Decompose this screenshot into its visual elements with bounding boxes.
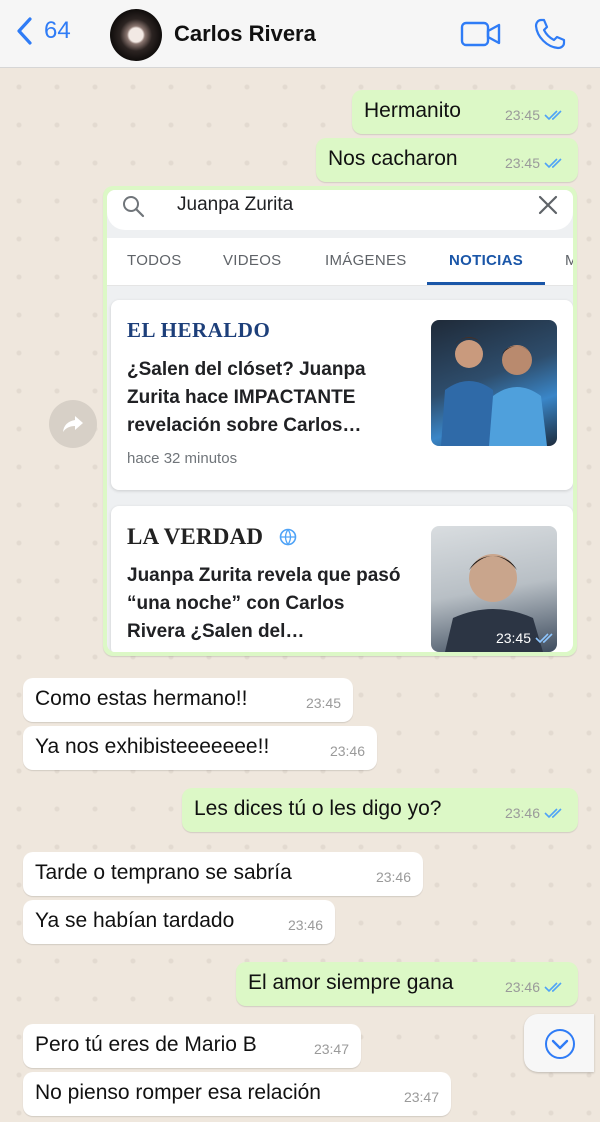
message-text: No pienso romper esa relación [35,1081,321,1104]
message-time: 23:45 [505,150,566,176]
avatar[interactable] [110,9,162,61]
double-check-icon [544,110,562,121]
message-time: 23:47 [313,1041,349,1057]
message-bubble[interactable]: Hermanito 23:45 [352,90,578,134]
double-check-icon [544,982,562,993]
globe-icon [279,528,297,546]
double-check-icon [535,633,553,644]
message-bubble[interactable]: Tarde o temprano se sabría 23:46 [23,852,423,896]
video-camera-icon[interactable] [460,19,502,49]
close-icon [538,195,558,215]
forward-icon [63,416,83,432]
search-bar: Juanpa Zurita [107,190,573,230]
chevron-left-icon [17,17,32,45]
message-time: 23:46 [329,743,365,759]
message-text: Como estas hermano!! [35,687,248,710]
search-tabs: TODOS VIDEOS IMÁGENES NOTICIAS M [107,238,573,286]
double-check-icon [544,158,562,169]
forward-button[interactable] [49,400,97,448]
unread-count: 64 [44,17,71,44]
message-bubble[interactable]: Pero tú eres de Mario B 23:47 [23,1024,361,1068]
message-bubble[interactable]: Ya nos exhibisteeeeeee!! 23:46 [23,726,377,770]
chat-header: 64 Carlos Rivera [0,0,600,68]
message-time: 23:46 [505,974,566,1000]
message-time: 23:47 [403,1089,439,1105]
message-time: 23:45 [496,630,557,646]
search-query: Juanpa Zurita [177,194,294,215]
message-text: Hermanito [364,99,461,122]
source-logo: EL HERALDO [127,318,271,342]
message-bubble[interactable]: No pienso romper esa relación 23:47 [23,1072,451,1116]
message-text: Nos cacharon [328,147,458,170]
tab-videos: VIDEOS [223,252,282,269]
tab-noticias: NOTICIAS [449,252,524,269]
tab-imagenes: IMÁGENES [325,252,407,269]
message-bubble[interactable]: Nos cacharon 23:45 [316,138,578,182]
chat-area[interactable]: Hermanito 23:45 Nos cacharon 23:45 Juanp… [0,68,600,1122]
news-headline: Juanpa Zurita revela que pasó “una noche… [127,565,401,642]
message-text: Les dices tú o les digo yo? [194,797,442,820]
contact-name[interactable]: Carlos Rivera [174,21,316,47]
message-time: 23:46 [287,917,323,933]
news-screenshot[interactable]: Juanpa Zurita TODOS VIDEOS IMÁGENES NOTI… [107,190,573,652]
source-logo: LA VERDAD [127,524,264,549]
message-bubble[interactable]: Como estas hermano!! 23:45 [23,678,353,722]
news-time: hace 32 minutos [127,450,238,467]
image-message[interactable]: Juanpa Zurita TODOS VIDEOS IMÁGENES NOTI… [103,186,577,656]
active-tab-indicator [427,282,545,285]
message-time: 23:46 [375,869,411,885]
tab-todos: TODOS [127,252,182,269]
message-bubble[interactable]: El amor siempre gana 23:46 [236,962,578,1006]
tab-more: M [565,252,573,269]
message-text: Ya nos exhibisteeeeeee!! [35,735,270,758]
scroll-to-bottom-button[interactable] [524,1014,594,1072]
message-time: 23:45 [305,695,341,711]
message-bubble[interactable]: Ya se habían tardado 23:46 [23,900,335,944]
phone-icon[interactable] [533,17,567,51]
back-button[interactable]: 64 [14,16,71,46]
message-text: Ya se habían tardado [35,909,235,932]
news-headline: ¿Salen del clóset? Juanpa Zurita hace IM… [127,359,366,436]
chevron-down-icon [545,1029,575,1059]
double-check-icon [544,808,562,819]
message-text: El amor siempre gana [248,971,454,994]
message-time: 23:45 [505,102,566,128]
news-card: EL HERALDO ¿Salen del clóset? Juanpa Zur… [111,300,573,490]
message-bubble[interactable]: Les dices tú o les digo yo? 23:46 [182,788,578,832]
message-text: Pero tú eres de Mario B [35,1033,257,1056]
message-text: Tarde o temprano se sabría [35,861,292,884]
message-time: 23:46 [505,800,566,826]
search-icon [123,196,145,218]
news-thumbnail [431,320,557,446]
